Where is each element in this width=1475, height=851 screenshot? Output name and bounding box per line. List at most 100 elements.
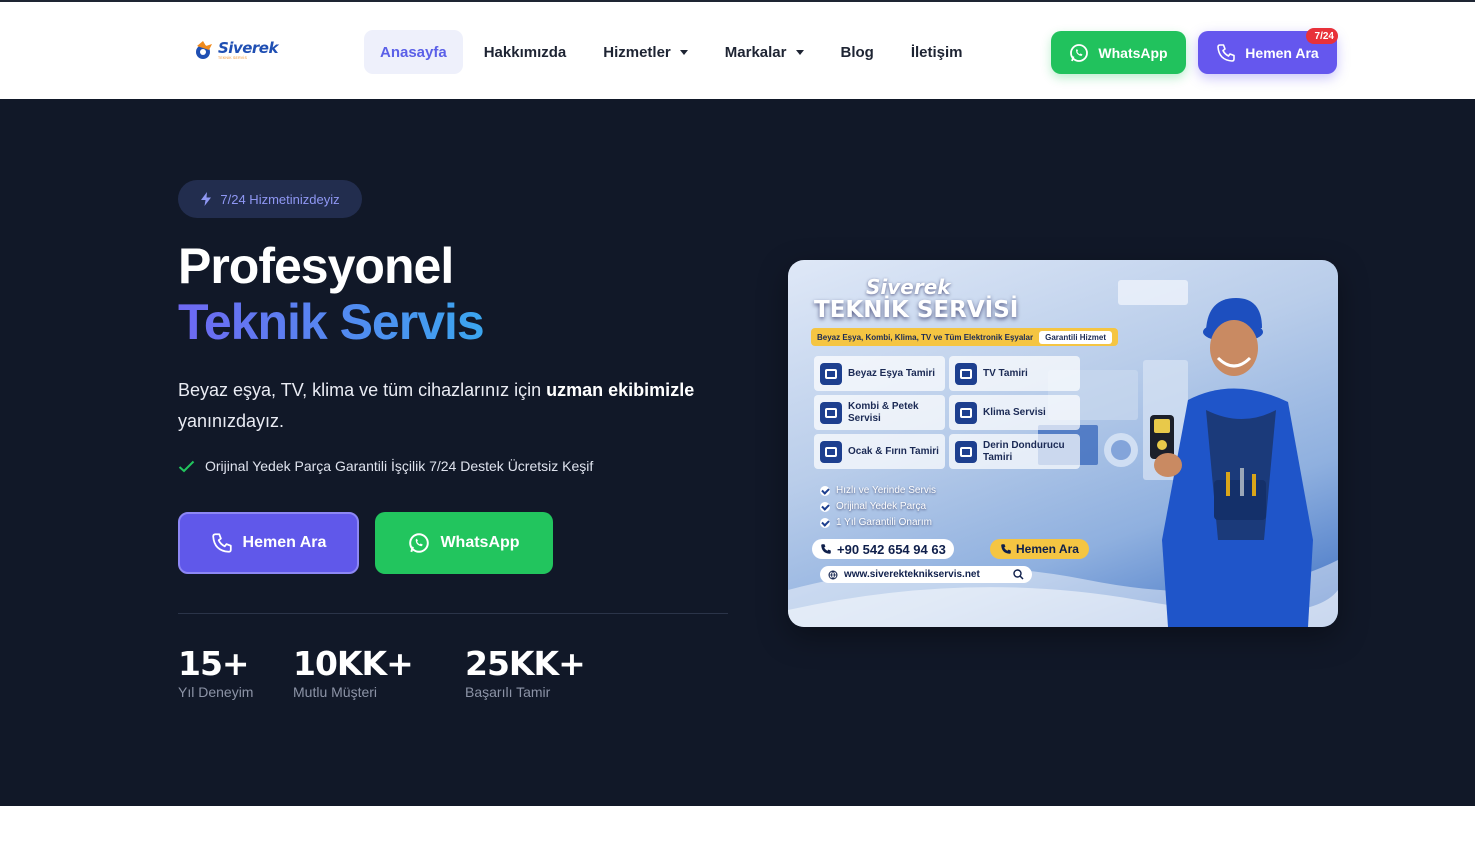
stat-value: 10KK+ xyxy=(293,644,414,683)
check-label: Hızlı ve Yerinde Servis xyxy=(836,485,937,496)
banner-service: Derin Dondurucu Tamiri xyxy=(949,434,1080,469)
hero-section: 7/24 Hizmetinizdeyiz Profesyonel Teknik … xyxy=(0,99,1475,806)
caret-down-icon xyxy=(795,49,804,55)
check-label: Orijinal Yedek Parça xyxy=(836,501,927,512)
whatsapp-icon xyxy=(409,533,430,553)
banner-check-item: Hızlı ve Yerinde Servis xyxy=(820,483,936,499)
check-icon xyxy=(178,460,195,472)
banner-website-text: www.siverekteknikservis.net xyxy=(844,569,980,580)
stat-value: 15+ xyxy=(178,644,250,683)
stat-value: 25KK+ xyxy=(465,644,586,683)
banner-service: Klima Servisi xyxy=(949,395,1080,430)
freezer-icon xyxy=(955,440,977,463)
whatsapp-icon xyxy=(1070,43,1089,62)
banner-strip: Beyaz Eşya, Kombi, Klima, TV ve Tüm Elek… xyxy=(811,328,1118,346)
lead-text: Beyaz eşya, TV, klima ve tüm cihazlarını… xyxy=(178,380,547,400)
check-icon xyxy=(820,518,830,528)
page-bottom xyxy=(0,806,1475,851)
check-icon xyxy=(820,502,830,512)
logo-tagline: TEKNİK SERVİS xyxy=(218,56,247,61)
stat-label: Başarılı Tamir xyxy=(465,684,551,700)
nav-markalar[interactable]: Markalar xyxy=(709,30,820,74)
nav-label: Hakkımızda xyxy=(483,43,567,61)
banner-strip-text: Beyaz Eşya, Kombi, Klima, TV ve Tüm Elek… xyxy=(817,332,1034,342)
nav-anasayfa[interactable]: Anasayfa xyxy=(364,30,463,74)
phone-icon xyxy=(1001,544,1011,554)
tools-icon xyxy=(820,401,842,424)
banner-title: TEKNİK SERVİSİ xyxy=(814,297,1019,323)
oven-icon xyxy=(820,440,842,463)
nav-hakkimizda[interactable]: Hakkımızda xyxy=(468,30,583,74)
hero-call-label: Hemen Ara xyxy=(242,534,327,551)
nav-label: Markalar xyxy=(724,43,787,61)
nav-label: İletişim xyxy=(910,43,963,61)
service-label: TV Tamiri xyxy=(983,367,1028,379)
nav-iletisim[interactable]: İletişim xyxy=(895,30,979,74)
service-label: Derin Dondurucu Tamiri xyxy=(983,439,1065,463)
lead-text-end: yanınızdayız. xyxy=(178,411,285,431)
search-icon xyxy=(1013,569,1024,580)
banner-service: TV Tamiri xyxy=(949,356,1080,391)
nav-label: Anasayfa xyxy=(380,43,447,61)
site-header: Siverek TEKNİK SERVİS Anasayfa Hakkımızd… xyxy=(0,2,1475,99)
hero-title-line1: Profesyonel xyxy=(178,238,454,294)
stat-label: Mutlu Müşteri xyxy=(293,684,378,700)
washer-icon xyxy=(820,362,842,385)
stats-divider xyxy=(178,613,728,614)
nav-hizmetler[interactable]: Hizmetler xyxy=(587,30,704,74)
phone-icon xyxy=(1217,43,1236,62)
service-label: Klima Servisi xyxy=(983,406,1046,418)
banner-brand: Siverek xyxy=(866,275,951,299)
check-label: 1 Yıl Garantili Onarım xyxy=(836,517,932,528)
banner-check-item: 1 Yıl Garantili Onarım xyxy=(820,515,936,531)
gear-logo-icon xyxy=(193,40,215,62)
nav-label: Blog xyxy=(840,43,874,61)
header-whatsapp-label: WhatsApp xyxy=(1098,44,1168,61)
banner-service-grid: Beyaz Eşya Tamiri TV Tamiri Kombi & Pete… xyxy=(814,356,1084,469)
banner-service: Kombi & Petek Servisi xyxy=(814,395,945,430)
nav-label: Hizmetler xyxy=(603,43,671,61)
main-nav: Anasayfa Hakkımızda Hizmetler Markalar B… xyxy=(364,29,984,75)
banner-strip-badge: Garantili Hizmet xyxy=(1039,330,1112,344)
bolt-icon xyxy=(201,192,212,206)
feature-list: Orijinal Yedek Parça Garantili İşçilik 7… xyxy=(178,458,593,474)
logo-brand: Siverek xyxy=(218,39,278,58)
header-call-label: Hemen Ara xyxy=(1245,44,1319,61)
tv-icon xyxy=(955,362,977,385)
air-conditioner-icon xyxy=(955,401,977,424)
hero-call-button[interactable]: Hemen Ara xyxy=(178,512,359,574)
hero-whatsapp-label: WhatsApp xyxy=(440,534,520,551)
phone-icon xyxy=(211,533,232,553)
hero-lead: Beyaz eşya, TV, klima ve tüm cihazlarını… xyxy=(178,375,738,437)
logo[interactable]: Siverek TEKNİK SERVİS xyxy=(193,36,279,66)
hero-whatsapp-button[interactable]: WhatsApp xyxy=(375,512,553,574)
globe-icon xyxy=(828,570,838,580)
banner-call-label: Hemen Ara xyxy=(1016,542,1079,556)
banner-service: Beyaz Eşya Tamiri xyxy=(814,356,945,391)
service-label: Kombi & Petek Servisi xyxy=(848,400,919,424)
banner-phone-number: +90 542 654 94 63 xyxy=(837,541,946,557)
stat-experience: 15+ Yıl Deneyim xyxy=(178,644,253,700)
service-label: Beyaz Eşya Tamiri xyxy=(848,367,936,379)
caret-down-icon xyxy=(679,49,688,55)
technician-illustration xyxy=(1150,298,1313,627)
banner-phone: +90 542 654 94 63 xyxy=(812,539,954,559)
lead-bold-text: uzman ekibimizle xyxy=(546,380,695,400)
stat-repairs: 25KK+ Başarılı Tamir xyxy=(465,644,586,700)
feature-text: Orijinal Yedek Parça Garantili İşçilik 7… xyxy=(205,458,594,474)
service-label: Ocak & Fırın Tamiri xyxy=(848,445,939,457)
availability-badge: 7/24 xyxy=(1306,28,1338,44)
banner-service: Ocak & Fırın Tamiri xyxy=(814,434,945,469)
header-whatsapp-button[interactable]: WhatsApp xyxy=(1051,31,1186,74)
banner-call: Hemen Ara xyxy=(990,539,1089,559)
stat-customers: 10KK+ Mutlu Müşteri xyxy=(293,644,414,700)
stat-label: Yıl Deneyim xyxy=(178,684,254,700)
availability-pill: 7/24 Hizmetinizdeyiz xyxy=(178,180,362,218)
check-icon xyxy=(820,486,830,496)
hero-title-line2: Teknik Servis xyxy=(178,294,485,350)
banner-check-item: Orijinal Yedek Parça xyxy=(820,499,936,515)
banner-checklist: Hızlı ve Yerinde Servis Orijinal Yedek P… xyxy=(820,483,936,531)
service-banner-image: Siverek TEKNİK SERVİSİ Beyaz Eşya, Kombi… xyxy=(788,260,1338,627)
pill-text: 7/24 Hizmetinizdeyiz xyxy=(220,191,340,207)
nav-blog[interactable]: Blog xyxy=(825,30,890,74)
